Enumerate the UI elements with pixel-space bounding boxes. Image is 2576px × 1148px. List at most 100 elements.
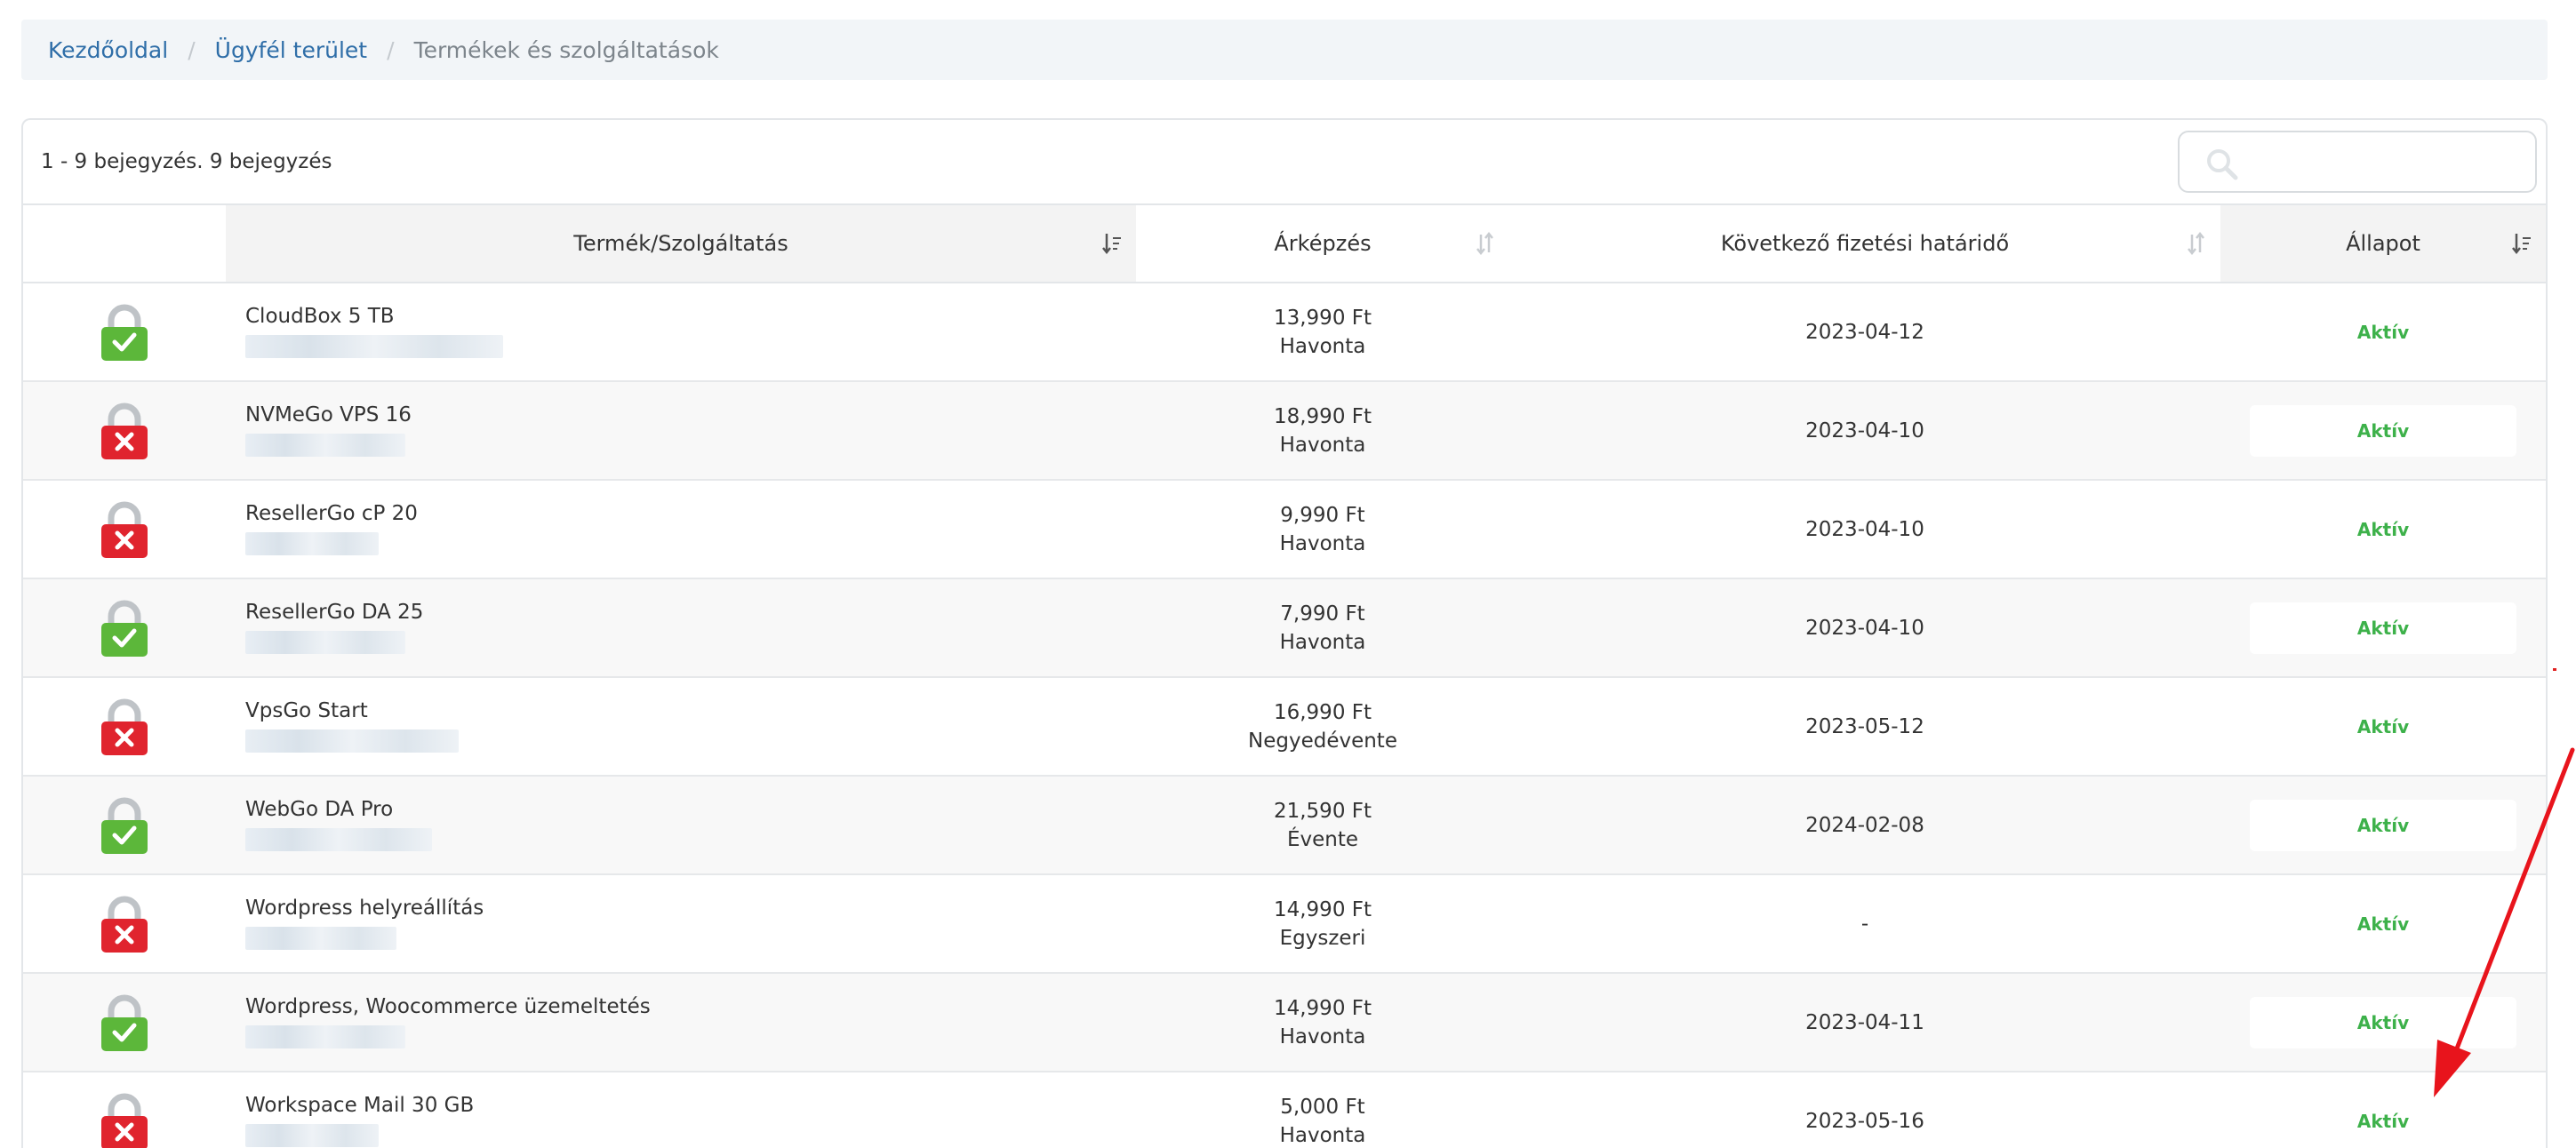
status-icon-cell <box>23 874 226 974</box>
product-name: CloudBox 5 TB <box>245 305 395 328</box>
table-row[interactable]: Wordpress helyreállítás 14,990 Ft Egyszeri… <box>23 874 2546 974</box>
table-toolbar: 1 - 9 bejegyzés. 9 bejegyzés <box>23 120 2546 205</box>
table-row[interactable]: NVMeGo VPS 16 18,990 Ft Havonta 2023-04-10 A… <box>23 381 2546 481</box>
status-cell: Aktív <box>2220 480 2546 579</box>
lock-closed-icon <box>101 501 148 558</box>
price-amount: 7,990 Ft <box>1280 602 1365 626</box>
search-box[interactable] <box>2178 131 2537 193</box>
table-row[interactable]: ResellerGo DA 25 7,990 Ft Havonta 2023-04-1… <box>23 578 2546 678</box>
pricing-cell: 14,990 Ft Egyszeri <box>1136 874 1509 974</box>
product-cell[interactable]: Workspace Mail 30 GB <box>226 1072 1136 1148</box>
product-cell[interactable]: ResellerGo cP 20 <box>226 480 1136 579</box>
product-cell[interactable]: WebGo DA Pro <box>226 776 1136 875</box>
services-table: Termék/Szolgáltatás Árképzés Következő f… <box>23 205 2546 1148</box>
product-name: WebGo DA Pro <box>245 798 394 821</box>
lock-open-icon <box>101 600 148 657</box>
breadcrumb-home[interactable]: Kezdőoldal <box>48 37 168 63</box>
column-header-label: Következő fizetési határidő <box>1720 231 2010 256</box>
table-row[interactable]: WebGo DA Pro 21,590 Ft Évente 2024-02-08 Akt… <box>23 776 2546 875</box>
status-icon-cell <box>23 677 226 777</box>
price-amount: 18,990 Ft <box>1273 404 1372 428</box>
status-icon-cell <box>23 973 226 1072</box>
pricing-cell: 7,990 Ft Havonta <box>1136 578 1509 678</box>
status-badge: Aktív <box>2356 913 2410 935</box>
product-cell[interactable]: Wordpress helyreállítás <box>226 874 1136 974</box>
column-header-status[interactable]: Állapot <box>2220 205 2546 283</box>
status-icon-cell <box>23 1072 226 1148</box>
breadcrumb-separator: / <box>188 36 196 63</box>
status-badge: Aktív <box>2356 617 2410 639</box>
status-badge: Aktív <box>2356 419 2410 442</box>
price-amount: 14,990 Ft <box>1273 996 1372 1020</box>
next-due-cell: 2023-04-11 <box>1509 973 2220 1072</box>
status-cell: Aktív <box>2220 874 2546 974</box>
status-badge-container: Aktív <box>2250 1096 2516 1147</box>
status-badge: Aktív <box>2356 1110 2410 1132</box>
table-row[interactable]: VpsGo Start 16,990 Ft Negyedévente 2023-05-… <box>23 677 2546 777</box>
pricing-cell: 18,990 Ft Havonta <box>1136 381 1509 481</box>
status-badge-container: Aktív <box>2250 799 2516 851</box>
product-name: ResellerGo cP 20 <box>245 502 418 525</box>
billing-cycle: Havonta <box>1279 630 1366 654</box>
services-panel: 1 - 9 bejegyzés. 9 bejegyzés Termék/Szol… <box>21 118 2548 1148</box>
redacted-domain <box>245 1124 379 1147</box>
billing-cycle: Havonta <box>1279 1024 1366 1048</box>
price-amount: 9,990 Ft <box>1280 503 1365 527</box>
breadcrumb-current: Termékek és szolgáltatások <box>413 36 719 63</box>
search-input[interactable] <box>2251 141 2521 184</box>
redacted-domain <box>245 434 405 457</box>
next-due-cell: 2023-05-12 <box>1509 677 2220 777</box>
column-header-icon <box>23 205 226 283</box>
status-badge-container: Aktív <box>2250 602 2516 654</box>
status-cell: Aktív <box>2220 973 2546 1072</box>
column-header-label: Állapot <box>2346 231 2420 256</box>
sort-desc-icon <box>2512 234 2531 255</box>
billing-cycle: Havonta <box>1279 1123 1366 1147</box>
product-name: Workspace Mail 30 GB <box>245 1094 475 1117</box>
next-due-cell: 2023-04-10 <box>1509 381 2220 481</box>
billing-cycle: Negyedévente <box>1248 729 1397 753</box>
redacted-domain <box>245 1025 405 1048</box>
column-header-next-due[interactable]: Következő fizetési határidő <box>1509 205 2220 283</box>
next-due-cell: 2023-04-10 <box>1509 480 2220 579</box>
status-badge: Aktív <box>2356 715 2410 737</box>
product-cell[interactable]: CloudBox 5 TB <box>226 283 1136 382</box>
price-amount: 13,990 Ft <box>1273 306 1372 330</box>
status-badge-container: Aktív <box>2250 307 2516 358</box>
table-row[interactable]: CloudBox 5 TB 13,990 Ft Havonta 2023-04-12 A… <box>23 283 2546 382</box>
column-header-product[interactable]: Termék/Szolgáltatás <box>226 205 1136 283</box>
product-cell[interactable]: ResellerGo DA 25 <box>226 578 1136 678</box>
redacted-domain <box>245 828 432 851</box>
pricing-cell: 21,590 Ft Évente <box>1136 776 1509 875</box>
product-cell[interactable]: NVMeGo VPS 16 <box>226 381 1136 481</box>
breadcrumb-client-area[interactable]: Ügyfél terület <box>215 37 367 63</box>
product-name: ResellerGo DA 25 <box>245 601 424 624</box>
status-cell: Aktív <box>2220 283 2546 382</box>
redacted-domain <box>245 532 379 555</box>
table-row[interactable]: ResellerGo cP 20 9,990 Ft Havonta 2023-04-1… <box>23 480 2546 579</box>
billing-cycle: Évente <box>1286 827 1359 851</box>
status-cell: Aktív <box>2220 578 2546 678</box>
status-cell: Aktív <box>2220 677 2546 777</box>
product-cell[interactable]: Wordpress, Woocommerce üzemeltetés <box>226 973 1136 1072</box>
status-badge-container: Aktív <box>2250 504 2516 555</box>
column-header-pricing[interactable]: Árképzés <box>1136 205 1509 283</box>
pricing-cell: 13,990 Ft Havonta <box>1136 283 1509 382</box>
product-name: NVMeGo VPS 16 <box>245 403 412 427</box>
status-cell: Aktív <box>2220 776 2546 875</box>
table-row[interactable]: Workspace Mail 30 GB 5,000 Ft Havonta 2023-… <box>23 1072 2546 1148</box>
pricing-cell: 16,990 Ft Negyedévente <box>1136 677 1509 777</box>
table-info: 1 - 9 bejegyzés. 9 bejegyzés <box>41 150 332 173</box>
product-name: Wordpress, Woocommerce üzemeltetés <box>245 995 651 1018</box>
table-header-row: Termék/Szolgáltatás Árképzés Következő f… <box>23 205 2546 283</box>
lock-open-icon <box>101 797 148 854</box>
sort-desc-icon <box>1102 234 1121 255</box>
status-badge: Aktív <box>2356 321 2410 343</box>
table-row[interactable]: Wordpress, Woocommerce üzemeltetés 14,990… <box>23 973 2546 1072</box>
billing-cycle: Havonta <box>1279 334 1366 358</box>
product-cell[interactable]: VpsGo Start <box>226 677 1136 777</box>
pricing-cell: 9,990 Ft Havonta <box>1136 480 1509 579</box>
search-icon <box>2207 149 2238 180</box>
column-header-label: Termék/Szolgáltatás <box>573 231 788 256</box>
next-due-cell: - <box>1509 874 2220 974</box>
